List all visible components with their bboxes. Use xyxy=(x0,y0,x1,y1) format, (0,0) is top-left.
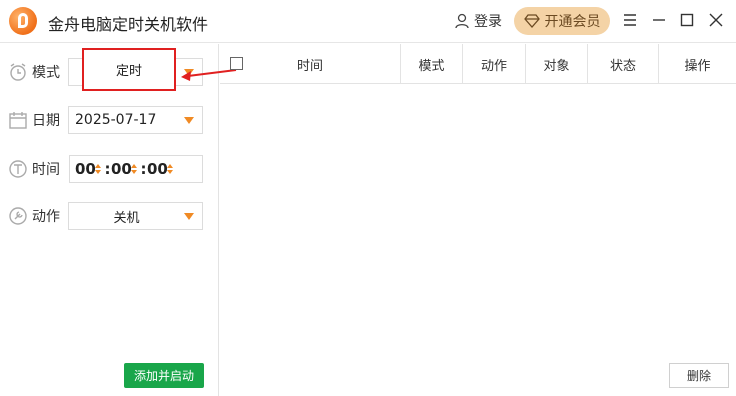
minutes-field[interactable]: 00 xyxy=(111,160,132,178)
mode-value-highlight[interactable]: 定时 xyxy=(82,48,176,91)
action-select[interactable]: 关机 xyxy=(68,202,203,230)
vip-button[interactable]: 开通会员 xyxy=(514,7,610,35)
col-mode: 模式 xyxy=(400,44,462,84)
title-bar: 金舟电脑定时关机软件 登录 开通会员 xyxy=(0,0,736,43)
date-picker[interactable]: 2025-07-17 xyxy=(68,106,203,134)
diamond-icon xyxy=(523,14,540,28)
chevron-down-icon xyxy=(184,212,194,220)
vip-label: 开通会员 xyxy=(544,14,601,30)
action-row: 动作 xyxy=(8,202,64,230)
seconds-field[interactable]: 00 xyxy=(147,160,168,178)
minutes-stepper[interactable] xyxy=(130,164,138,174)
action-label: 动作 xyxy=(32,209,60,225)
seconds-stepper[interactable] xyxy=(166,164,174,174)
col-time: 时间 xyxy=(296,58,323,74)
app-title: 金舟电脑定时关机软件 xyxy=(48,15,209,34)
date-value: 2025-07-17 xyxy=(75,112,157,128)
select-all-checkbox[interactable] xyxy=(230,57,243,70)
date-row: 日期 xyxy=(8,106,64,134)
col-action: 动作 xyxy=(462,44,525,84)
time-input: 00 : 00 : 00 xyxy=(69,155,203,183)
date-label: 日期 xyxy=(32,113,60,129)
time-row: 时间 xyxy=(8,155,64,183)
menu-icon[interactable] xyxy=(621,11,639,29)
wrench-icon xyxy=(8,206,28,226)
task-table-header: 时间 模式 动作 对象 状态 操作 xyxy=(220,44,736,84)
user-icon xyxy=(455,13,469,29)
calendar-icon xyxy=(8,110,28,130)
login-button[interactable]: 登录 xyxy=(454,10,502,32)
close-icon[interactable] xyxy=(707,11,725,29)
hours-stepper[interactable] xyxy=(94,164,102,174)
app-logo-icon xyxy=(9,7,37,35)
mode-row: 模式 xyxy=(8,58,64,86)
time-label: 时间 xyxy=(32,162,60,178)
hours-field[interactable]: 00 xyxy=(75,160,96,178)
add-and-start-button[interactable]: 添加并启动 xyxy=(124,363,204,388)
minimize-icon[interactable] xyxy=(650,11,668,29)
mode-label: 模式 xyxy=(32,65,60,81)
clock-t-icon xyxy=(8,159,28,179)
alarm-clock-icon xyxy=(8,62,28,82)
login-label: 登录 xyxy=(474,14,502,30)
col-operation: 操作 xyxy=(658,44,736,84)
delete-button[interactable]: 删除 xyxy=(669,363,729,388)
col-status: 状态 xyxy=(587,44,658,84)
col-target: 对象 xyxy=(525,44,587,84)
maximize-icon[interactable] xyxy=(678,11,696,29)
chevron-down-icon xyxy=(184,116,194,124)
action-value: 关机 xyxy=(113,210,140,226)
